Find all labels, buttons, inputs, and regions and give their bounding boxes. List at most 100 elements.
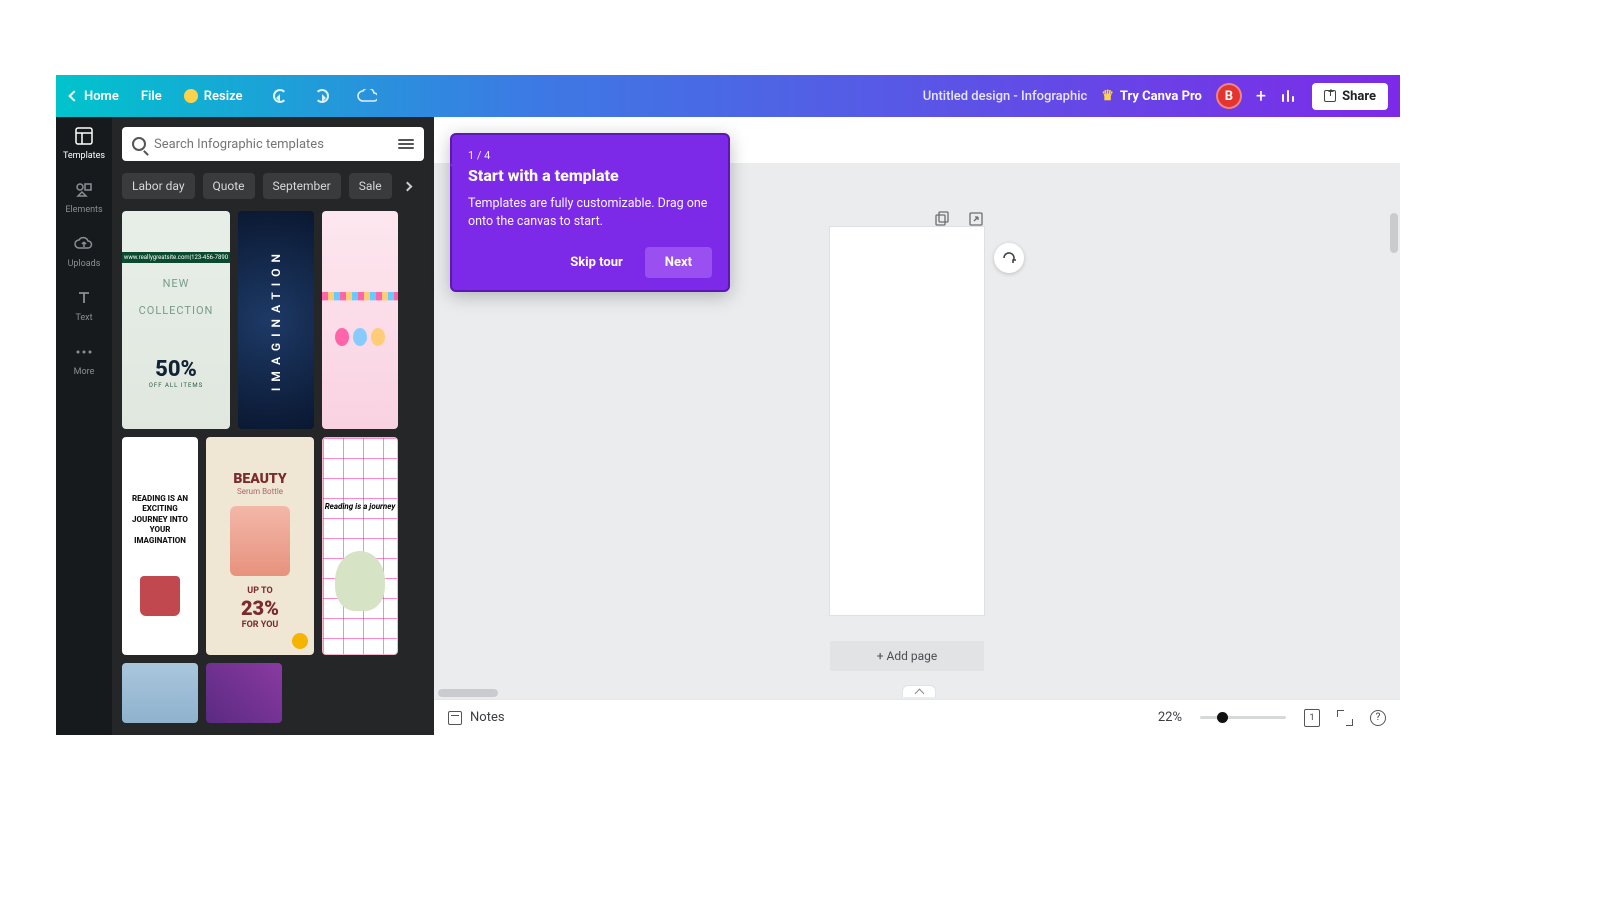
- page-count-icon[interactable]: 1: [1304, 709, 1320, 727]
- notes-icon: [448, 711, 462, 725]
- undo-icon[interactable]: [273, 89, 287, 103]
- tour-skip-button[interactable]: Skip tour: [556, 247, 637, 278]
- add-member-icon[interactable]: +: [1256, 86, 1266, 107]
- thumb-text: FOR YOU: [242, 620, 279, 630]
- bunting-icon: [322, 292, 398, 306]
- zoom-slider[interactable]: [1200, 716, 1286, 719]
- gallery-row: [122, 663, 424, 723]
- gallery-row: www.reallygreatsite.com|123-456-7890 NEW…: [122, 211, 424, 429]
- product-icon: [230, 506, 290, 576]
- cloud-sync-icon[interactable]: [357, 89, 377, 103]
- template-thumb[interactable]: [322, 211, 398, 429]
- share-button[interactable]: Share: [1312, 83, 1388, 110]
- zoom-slider-thumb[interactable]: [1217, 712, 1228, 723]
- gallery-row: READING IS AN EXCITING JOURNEY INTO YOUR…: [122, 437, 424, 655]
- balloon-icon: [335, 328, 349, 346]
- rail-more-label: More: [74, 367, 95, 377]
- more-icon: [73, 341, 95, 363]
- refresh-button[interactable]: [994, 243, 1024, 273]
- bottom-bar: Notes 22% 1 ?: [434, 699, 1400, 735]
- notes-button[interactable]: Notes: [448, 710, 505, 725]
- chip-quote[interactable]: Quote: [203, 173, 255, 199]
- search-bar: [122, 127, 424, 161]
- uploads-icon: [73, 233, 95, 255]
- search-input[interactable]: [154, 137, 390, 152]
- rail-uploads[interactable]: Uploads: [68, 233, 101, 269]
- template-thumb[interactable]: www.reallygreatsite.com|123-456-7890 NEW…: [122, 211, 230, 429]
- template-thumb[interactable]: [122, 663, 198, 723]
- top-bar-right: Untitled design - Infographic ♛ Try Canv…: [923, 83, 1400, 110]
- insights-icon[interactable]: [1280, 87, 1298, 105]
- thumb-text: Serum Bottle: [237, 487, 283, 496]
- scrollbar-thumb[interactable]: [1390, 213, 1398, 253]
- thumb-text: READING IS AN EXCITING JOURNEY INTO YOUR…: [122, 494, 198, 546]
- document-title[interactable]: Untitled design - Infographic: [923, 89, 1088, 104]
- pro-badge-icon: [292, 633, 308, 649]
- thumb-text: 50%: [155, 357, 197, 382]
- balloon-icon: [353, 328, 367, 346]
- vertical-scrollbar[interactable]: [1390, 213, 1398, 695]
- redo-icon[interactable]: [315, 89, 329, 103]
- help-icon[interactable]: ?: [1370, 710, 1386, 726]
- templates-icon: [73, 125, 95, 147]
- rail-elements-label: Elements: [65, 205, 102, 215]
- left-rail: Templates Elements Uploads Text More: [56, 117, 112, 735]
- template-thumb[interactable]: [206, 663, 282, 723]
- rail-templates[interactable]: Templates: [63, 125, 105, 161]
- file-menu[interactable]: File: [141, 89, 162, 104]
- chevron-left-icon: [68, 90, 79, 101]
- rail-uploads-label: Uploads: [68, 259, 101, 269]
- thumb-text: BEAUTY: [233, 471, 286, 487]
- tour-step: 1 / 4: [468, 149, 712, 162]
- add-page-label: + Add page: [877, 649, 938, 663]
- thumb-text: 23%: [241, 596, 279, 620]
- thumb-text: Reading is a journey: [325, 502, 396, 511]
- upload-icon: [1324, 90, 1336, 102]
- tour-next-button[interactable]: Next: [645, 247, 712, 278]
- chips-scroll-right[interactable]: [400, 178, 416, 194]
- top-bar-history: [273, 89, 377, 103]
- rail-templates-label: Templates: [63, 151, 105, 161]
- thumb-text: OFF ALL ITEMS: [149, 382, 203, 389]
- rail-more[interactable]: More: [73, 341, 95, 377]
- fullscreen-icon[interactable]: [1338, 711, 1352, 725]
- try-pro-button[interactable]: ♛ Try Canva Pro: [1101, 88, 1202, 104]
- crown-icon: [184, 89, 198, 103]
- design-page[interactable]: [830, 227, 984, 615]
- thumb-text: IMAGINATION: [269, 248, 283, 391]
- notes-label: Notes: [470, 710, 505, 725]
- rail-text-label: Text: [75, 313, 92, 323]
- add-page-button[interactable]: + Add page: [830, 641, 984, 671]
- thumb-text: COLLECTION: [139, 304, 214, 317]
- rail-elements[interactable]: Elements: [65, 179, 102, 215]
- top-bar-left: Home File Resize: [56, 89, 243, 104]
- tour-title: Start with a template: [468, 166, 712, 185]
- bottom-bar-right: 22% 1 ?: [1158, 709, 1386, 727]
- illustration-icon: [335, 551, 385, 611]
- template-thumb[interactable]: IMAGINATION: [238, 211, 314, 429]
- balloon-icon: [371, 328, 385, 346]
- thumb-text: UP TO: [247, 586, 272, 596]
- chip-labor-day[interactable]: Labor day: [122, 173, 195, 199]
- chip-sale[interactable]: Sale: [349, 173, 392, 199]
- template-thumb[interactable]: Reading is a journey: [322, 437, 398, 655]
- zoom-value[interactable]: 22%: [1158, 710, 1182, 725]
- template-thumb[interactable]: READING IS AN EXCITING JOURNEY INTO YOUR…: [122, 437, 198, 655]
- filter-icon[interactable]: [398, 137, 414, 151]
- text-icon: [73, 287, 95, 309]
- thumb-text: NEW: [163, 277, 190, 290]
- user-avatar[interactable]: B: [1216, 83, 1242, 109]
- horizontal-scrollbar[interactable]: [438, 689, 1388, 697]
- scrollbar-thumb[interactable]: [438, 689, 498, 697]
- thumb-text: www.reallygreatsite.com|123-456-7890: [122, 252, 230, 263]
- chevron-right-icon: [403, 181, 413, 191]
- rail-text[interactable]: Text: [73, 287, 95, 323]
- resize-button[interactable]: Resize: [184, 89, 243, 104]
- home-button[interactable]: Home: [70, 89, 119, 104]
- tour-body: Templates are fully customizable. Drag o…: [468, 195, 712, 231]
- template-thumb[interactable]: BEAUTY Serum Bottle UP TO 23% FOR YOU: [206, 437, 314, 655]
- crown-icon: ♛: [1101, 88, 1114, 104]
- template-gallery: www.reallygreatsite.com|123-456-7890 NEW…: [122, 211, 424, 723]
- templates-panel: Labor day Quote September Sale www.reall…: [112, 117, 434, 735]
- chip-september[interactable]: September: [263, 173, 341, 199]
